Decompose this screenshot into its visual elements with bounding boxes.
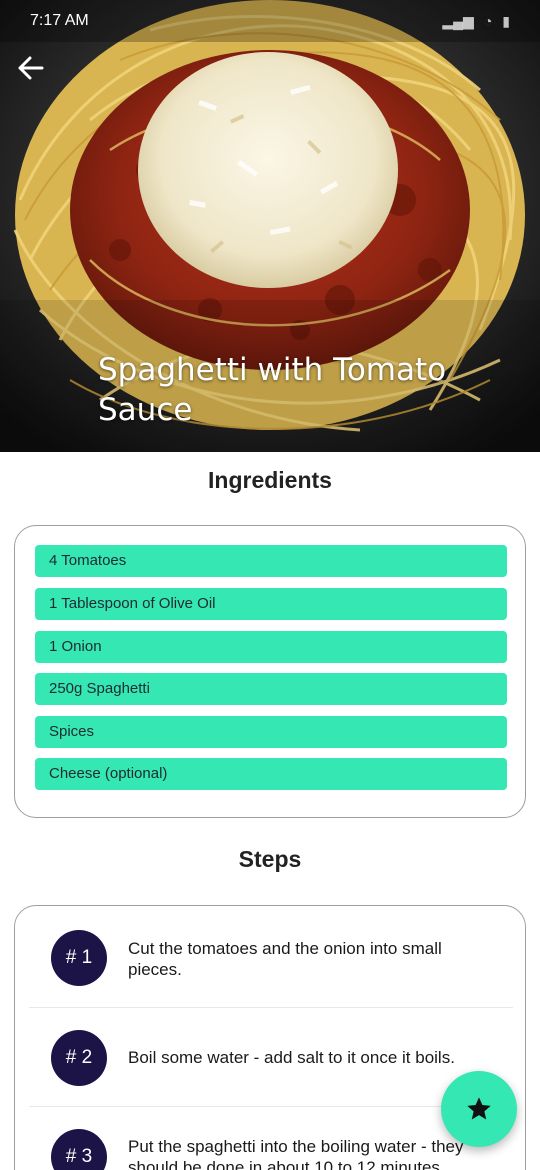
recipe-title: Spaghetti with Tomato Sauce [98,352,447,428]
recipe-hero-image: 7:17 AM ▂▄▆ ◔ ▮ Spaghetti with Tomato Sa… [0,0,540,452]
status-bar: 7:17 AM ▂▄▆ ◔ ▮ [0,0,540,42]
back-button[interactable] [18,56,62,100]
step-row: # 1 Cut the tomatoes and the onion into … [15,906,525,1005]
ingredients-heading: Ingredients [208,467,332,493]
ingredient-item[interactable]: 1 Tablespoon of Olive Oil [35,588,507,620]
step-number-badge: # 1 [51,930,107,986]
status-time: 7:17 AM [30,12,89,29]
ingredient-item[interactable]: 1 Onion [35,631,507,663]
steps-heading: Steps [238,846,302,872]
step-text: Boil some water - add salt to it once it… [128,1048,455,1067]
wifi-icon: ◔ [483,13,493,29]
battery-icon: ▮ [502,12,510,29]
star-icon [467,1097,491,1120]
ingredient-item[interactable]: Spices [35,716,507,748]
arrow-left-icon [18,56,44,80]
ingredient-item[interactable]: 250g Spaghetti [35,673,507,705]
signal-icon: ▂▄▆ [442,12,474,29]
step-number-badge: # 2 [51,1030,107,1086]
ingredients-card: 4 Tomatoes 1 Tablespoon of Olive Oil 1 O… [14,525,526,818]
step-text: Cut the tomatoes and the onion into smal… [128,939,442,979]
ingredient-item[interactable]: 4 Tomatoes [35,545,507,577]
ingredient-item[interactable]: Cheese (optional) [35,758,507,790]
step-number-badge: # 3 [51,1129,107,1170]
favorite-button[interactable] [441,1071,517,1147]
step-text: Put the spaghetti into the boiling water… [128,1137,464,1170]
